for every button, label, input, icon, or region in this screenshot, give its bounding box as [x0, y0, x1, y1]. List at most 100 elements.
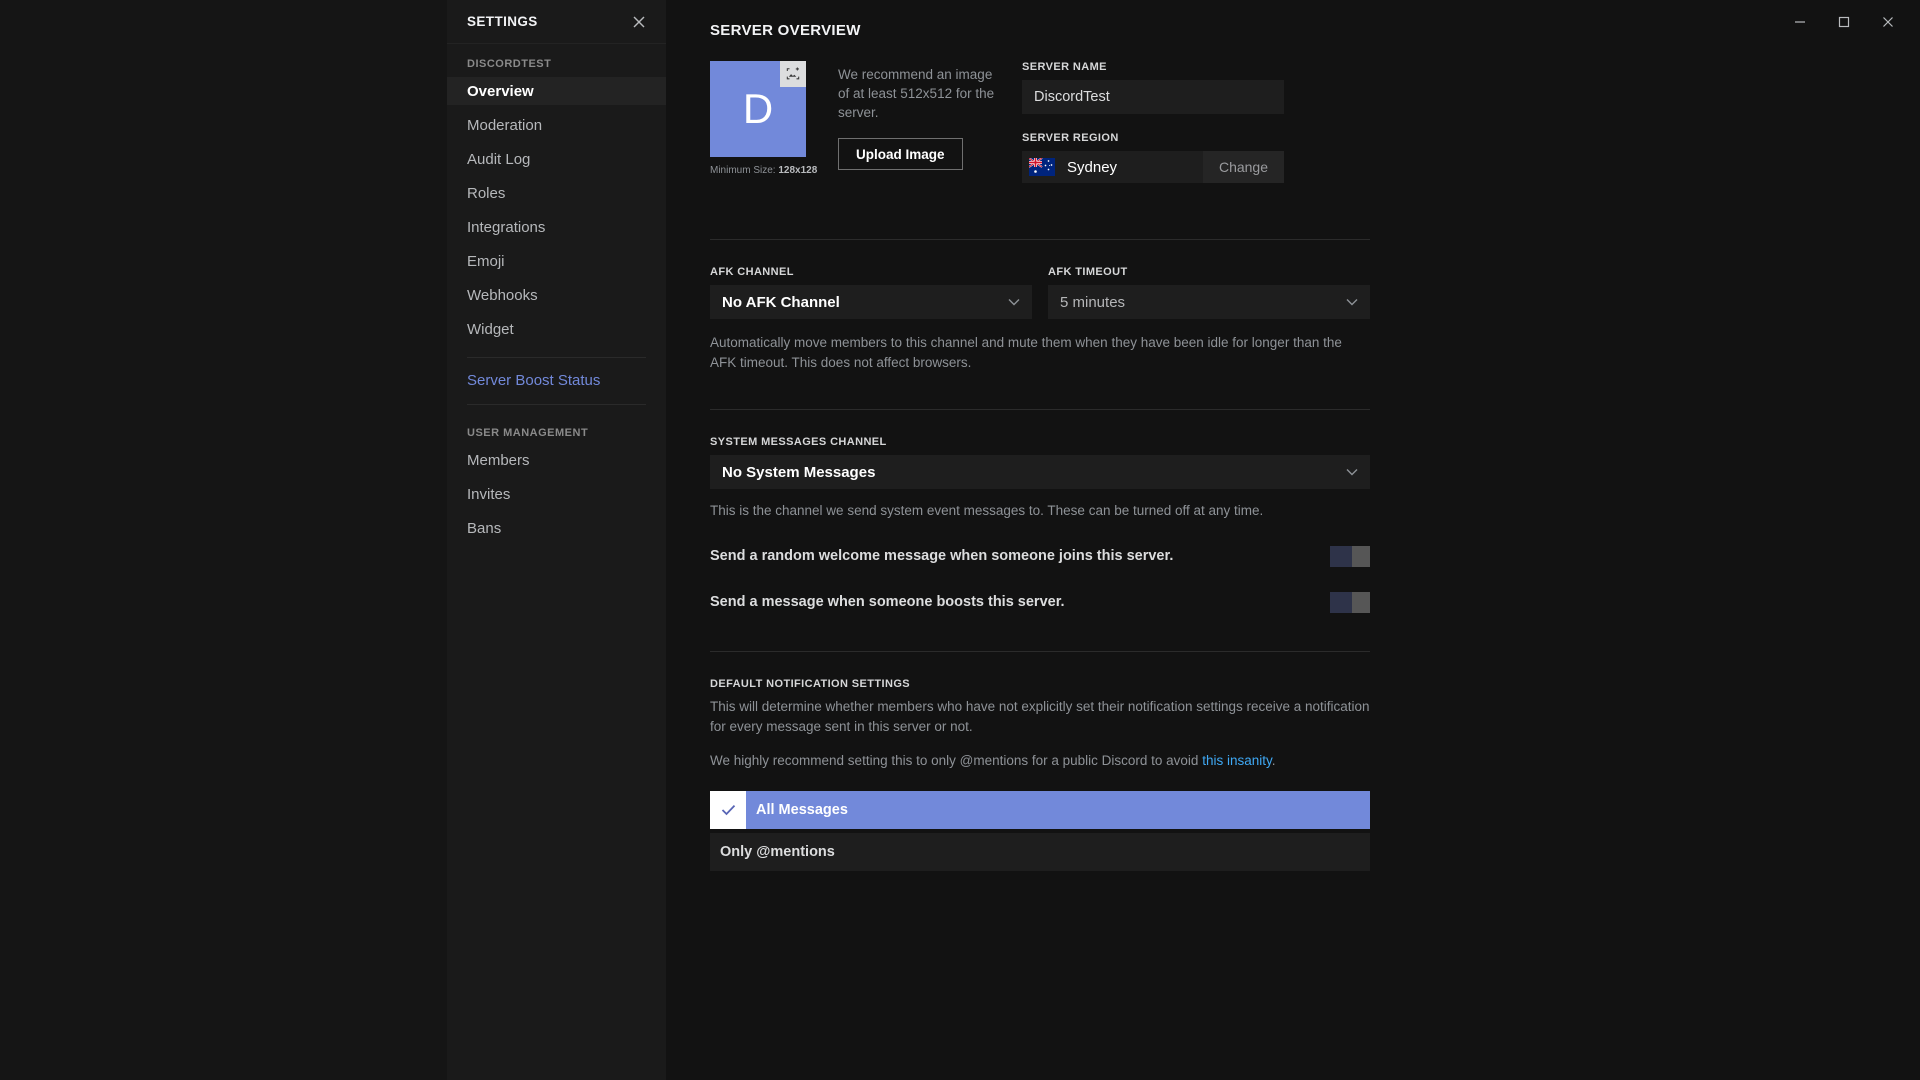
divider-after-identity	[710, 239, 1370, 240]
afk-channel-field: AFK CHANNEL No AFK Channel	[710, 266, 1032, 319]
sidebar-item-server-boost-status[interactable]: Server Boost Status	[447, 366, 666, 394]
sidebar-title: SETTINGS	[467, 14, 538, 29]
left-gutter	[0, 0, 447, 1080]
sidebar-item-overview[interactable]: Overview	[447, 77, 666, 105]
toggle-row-welcome-message: Send a random welcome message when someo…	[710, 543, 1370, 569]
notifications-description: This will determine whether members who …	[710, 699, 1370, 734]
avatar-caption-prefix: Minimum Size:	[710, 165, 776, 176]
system-messages-value: No System Messages	[722, 463, 876, 481]
close-settings-button[interactable]	[630, 13, 648, 31]
server-avatar-column: D Minimum Size: 128x128	[710, 61, 822, 176]
notification-option-all-messages[interactable]: All Messages	[710, 791, 1370, 829]
maximize-icon	[1838, 16, 1850, 28]
system-messages-select[interactable]: No System Messages	[710, 455, 1370, 489]
sidebar-item-label: Overview	[467, 82, 534, 100]
chevron-down-icon	[1346, 299, 1358, 306]
maximize-button[interactable]	[1822, 4, 1866, 40]
sidebar-item-emoji[interactable]: Emoji	[447, 247, 666, 275]
toggle-knob	[1352, 545, 1370, 567]
server-region-row[interactable]: Sydney Change	[1022, 151, 1284, 183]
server-identity-section: D Minimum Size: 128x128 We recommend an …	[710, 61, 1370, 183]
settings-sidebar: SETTINGS DISCORDTEST Overview Moderation…	[447, 0, 666, 1080]
server-fields-column: SERVER NAME SERVER REGION	[1022, 61, 1284, 183]
sidebar-group-label-server: DISCORDTEST	[467, 58, 552, 70]
sidebar-item-members[interactable]: Members	[447, 446, 666, 474]
chevron-down-icon	[1346, 469, 1358, 476]
notifications-label: DEFAULT NOTIFICATION SETTINGS	[710, 678, 911, 690]
server-name-label: SERVER NAME	[1022, 61, 1107, 73]
toggle-track	[1330, 591, 1352, 613]
sidebar-item-label: Bans	[467, 519, 502, 537]
system-messages-label: SYSTEM MESSAGES CHANNEL	[710, 436, 887, 448]
notifications-recommendation: We highly recommend setting this to only…	[710, 751, 1370, 771]
sidebar-item-label: Integrations	[467, 218, 546, 236]
sidebar-user-nav: Members Invites Bans	[447, 446, 666, 542]
avatar-letter: D	[742, 85, 774, 132]
server-name-input[interactable]	[1022, 80, 1284, 114]
sidebar-item-label: Emoji	[467, 252, 505, 270]
afk-channel-label: AFK CHANNEL	[710, 266, 794, 278]
window-controls	[1778, 0, 1920, 44]
afk-help-text: Automatically move members to this chann…	[710, 335, 1342, 370]
sidebar-item-moderation[interactable]: Moderation	[447, 111, 666, 139]
notification-option-only-mentions[interactable]: Only @mentions	[710, 833, 1370, 871]
toggle-label: Send a message when someone boosts this …	[710, 594, 1065, 610]
sidebar-item-label: Moderation	[467, 116, 543, 134]
notification-options-list: All Messages Only @mentions	[710, 791, 1370, 871]
toggle-knob	[1352, 591, 1370, 613]
sidebar-item-bans[interactable]: Bans	[447, 514, 666, 542]
sidebar-group-label-user-management: USER MANAGEMENT	[467, 427, 589, 439]
notification-option-label: Only @mentions	[720, 844, 835, 860]
upload-help-text: We recommend an image of at least 512x51…	[838, 67, 995, 120]
minimize-button[interactable]	[1778, 4, 1822, 40]
upload-image-button[interactable]: Upload Image	[838, 138, 963, 170]
minimize-icon	[1795, 21, 1805, 23]
system-messages-section: SYSTEM MESSAGES CHANNEL No System Messag…	[710, 436, 1370, 615]
page-title: SERVER OVERVIEW	[710, 22, 861, 39]
sidebar-item-roles[interactable]: Roles	[447, 179, 666, 207]
sidebar-server-nav: Overview Moderation Audit Log Roles Inte…	[447, 77, 666, 343]
sidebar-item-audit-log[interactable]: Audit Log	[447, 145, 666, 173]
check-icon-glyph	[721, 804, 735, 816]
default-notification-settings-section: DEFAULT NOTIFICATION SETTINGS This will …	[710, 678, 1370, 871]
toggle-row-boost-message: Send a message when someone boosts this …	[710, 589, 1370, 615]
settings-window: SETTINGS DISCORDTEST Overview Moderation…	[0, 0, 1920, 1080]
sidebar-item-label: Audit Log	[467, 150, 531, 168]
sidebar-divider-top	[467, 357, 646, 358]
divider-after-system-messages	[710, 651, 1370, 652]
change-region-button[interactable]: Change	[1202, 151, 1284, 183]
afk-section: AFK CHANNEL No AFK Channel AFK TIMEOUT 5…	[710, 266, 1370, 373]
recommendation-suffix: .	[1271, 753, 1276, 768]
afk-channel-select[interactable]: No AFK Channel	[710, 285, 1032, 319]
sidebar-item-webhooks[interactable]: Webhooks	[447, 281, 666, 309]
sidebar-item-label: Roles	[467, 184, 506, 202]
toggle-track	[1330, 545, 1352, 567]
toggle-label: Send a random welcome message when someo…	[710, 548, 1174, 564]
close-icon	[1883, 17, 1893, 27]
sidebar-item-invites[interactable]: Invites	[447, 480, 666, 508]
sidebar-item-label: Server Boost Status	[467, 371, 601, 389]
server-region-label: SERVER REGION	[1022, 132, 1119, 144]
sidebar-item-label: Webhooks	[467, 286, 538, 304]
boost-message-toggle[interactable]	[1330, 591, 1370, 613]
add-image-icon-glyph	[786, 67, 800, 80]
sidebar-item-label: Invites	[467, 485, 511, 503]
sidebar-item-integrations[interactable]: Integrations	[447, 213, 666, 241]
welcome-message-toggle[interactable]	[1330, 545, 1370, 567]
sidebar-item-widget[interactable]: Widget	[447, 315, 666, 343]
notification-option-label: All Messages	[756, 802, 848, 818]
australia-flag-icon	[1029, 158, 1055, 176]
upload-column: We recommend an image of at least 512x51…	[838, 61, 998, 170]
chevron-down-icon	[1008, 299, 1020, 306]
system-messages-help-text: This is the channel we send system event…	[710, 503, 1264, 518]
afk-timeout-select[interactable]: 5 minutes	[1048, 285, 1370, 319]
divider-after-afk	[710, 409, 1370, 410]
avatar-caption-value: 128x128	[778, 165, 818, 176]
this-insanity-link[interactable]: this insanity	[1202, 753, 1272, 768]
server-avatar[interactable]: D	[710, 61, 806, 157]
add-image-icon[interactable]	[780, 61, 806, 87]
afk-timeout-label: AFK TIMEOUT	[1048, 266, 1128, 278]
close-window-button[interactable]	[1866, 4, 1910, 40]
settings-main-panel: SERVER OVERVIEW D Minimum Size: 128x128 …	[666, 0, 1920, 1080]
avatar-min-size-caption: Minimum Size: 128x128	[710, 165, 817, 176]
